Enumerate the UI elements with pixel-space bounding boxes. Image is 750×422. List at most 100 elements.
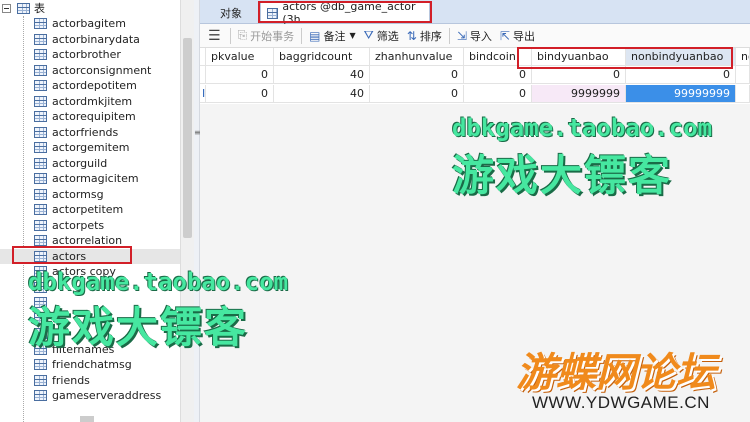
tab-actors[interactable]: actors @db_game_actor (3h...: [260, 0, 430, 26]
table-icon: [34, 64, 47, 76]
tree-item-actordmkjitem[interactable]: actordmkjitem: [0, 94, 180, 110]
cell-baggridcount[interactable]: 40: [274, 85, 370, 103]
tree-item-friendchatmsg[interactable]: friendchatmsg: [0, 357, 180, 373]
sort-button[interactable]: ⇅ 排序: [403, 26, 446, 46]
tree-item-actordepotitem[interactable]: actordepotitem: [0, 78, 180, 94]
tree-item-actorguild[interactable]: actorguild: [0, 156, 180, 172]
tree-item-label: friendchatmsg: [52, 358, 132, 372]
tree-item-label: actorbagitem: [52, 17, 126, 31]
tree-item-label: actordepotitem: [52, 79, 137, 93]
transaction-icon: ⎘: [237, 28, 248, 42]
watermark-url-top: dbkgame.taobao.com: [452, 114, 713, 142]
table-icon: [34, 235, 47, 247]
cell-nonbindyuanbao[interactable]: 0: [626, 66, 736, 84]
tree-item-label: actordmkjitem: [52, 94, 133, 108]
tree-item-gameserveraddress[interactable]: gameserveraddress: [0, 388, 180, 404]
tree-root-tables[interactable]: 表: [0, 0, 45, 16]
table-icon: [34, 49, 47, 61]
cell-bindcoin[interactable]: 0: [464, 66, 532, 84]
cell-truncated[interactable]: [736, 85, 750, 103]
cell-bindyuanbao[interactable]: 0: [532, 66, 626, 84]
watermark-url-bottom: dbkgame.taobao.com: [28, 268, 289, 296]
tree-item-actorpets[interactable]: actorpets: [0, 218, 180, 234]
table-icon: [34, 95, 47, 107]
cell-truncated[interactable]: [736, 66, 750, 84]
tree-item-label: actorrelation: [52, 234, 123, 248]
cell-bindcoin[interactable]: 0: [464, 85, 532, 103]
chevron-down-icon[interactable]: ▼: [350, 31, 356, 40]
tree-item-label: actorfriends: [52, 125, 119, 139]
tab-objects[interactable]: 对象: [206, 2, 256, 23]
cell-nonbindyuanbao-selected[interactable]: 99999999: [626, 85, 736, 103]
sort-icon: ⇅: [406, 28, 417, 43]
cell-bindyuanbao[interactable]: 9999999: [532, 85, 626, 103]
tree-item-actorbagitem[interactable]: actorbagitem: [0, 16, 180, 32]
table-icon: [34, 33, 47, 45]
tree-item-actors[interactable]: actors: [0, 248, 180, 264]
tree-item-actorpetitem[interactable]: actorpetitem: [0, 202, 180, 218]
tree-item-actorrelation[interactable]: actorrelation: [0, 233, 180, 249]
tree-item-label: actorguild: [52, 156, 108, 170]
column-header-zhanhunvalue[interactable]: zhanhunvalue: [370, 48, 464, 66]
table-icon: [34, 126, 47, 138]
cell-zhanhunvalue[interactable]: 0: [370, 66, 464, 84]
table-icon: [34, 80, 47, 92]
filter-button[interactable]: ⛛ 筛选: [360, 26, 403, 46]
table-icon: [34, 204, 47, 216]
tree-item-actorequipitem[interactable]: actorequipitem: [0, 109, 180, 125]
tree-item-actorbinarydata[interactable]: actorbinarydata: [0, 32, 180, 48]
tree-root-label: 表: [34, 2, 45, 15]
note-button[interactable]: ▤ 备注 ▼: [305, 26, 360, 46]
table-icon: [34, 142, 47, 154]
tree-item-label: actormsg: [52, 187, 104, 201]
collapse-icon[interactable]: [2, 3, 11, 13]
toolbar: ☰ ⎘ 开始事务 ▤ 备注 ▼ ⛛ 筛选 ⇅ 排序 ⇲ 导入 ⇱ 导出: [200, 24, 750, 48]
column-header-bindcoin[interactable]: bindcoin: [464, 48, 532, 66]
table-row[interactable]: 0 40 0 0 0 0: [200, 66, 750, 84]
column-header-nonbindyuanbao[interactable]: nonbindyuanbao: [626, 48, 736, 66]
site-logo: 游蝶网论坛: [516, 350, 716, 396]
column-header-bindyuanbao[interactable]: bindyuanbao: [532, 48, 626, 66]
tree-scrollbar-thumb[interactable]: [183, 38, 192, 238]
tree-item-actorconsignment[interactable]: actorconsignment: [0, 63, 180, 79]
tree-item-actormagicitem[interactable]: actormagicitem: [0, 171, 180, 187]
tree-item-actormsg[interactable]: actormsg: [0, 187, 180, 203]
tree-item-label: actormagicitem: [52, 172, 139, 186]
import-button[interactable]: ⇲ 导入: [453, 26, 496, 46]
sort-label: 排序: [419, 29, 442, 43]
toolbar-separator: [448, 27, 450, 44]
grid-hscroll-thumb[interactable]: [80, 416, 94, 422]
column-header-baggridcount[interactable]: baggridcount: [274, 48, 370, 66]
tree-item-label: actorpetitem: [52, 203, 124, 217]
table-icon: [34, 250, 47, 262]
tree-item-actorgemitem[interactable]: actorgemitem: [0, 140, 180, 156]
cell-pkvalue[interactable]: 0: [206, 66, 274, 84]
cell-baggridcount[interactable]: 40: [274, 66, 370, 84]
export-label: 导出: [512, 29, 535, 43]
table-icon: [34, 219, 47, 231]
tree-item-actorfriends[interactable]: actorfriends: [0, 125, 180, 141]
table-icon: [34, 188, 47, 200]
table-icon: [267, 7, 279, 19]
begin-transaction-button[interactable]: ⎘ 开始事务: [234, 26, 299, 46]
filter-label: 筛选: [376, 29, 399, 43]
note-icon: ▤: [309, 28, 321, 43]
tree-scrollbar[interactable]: [180, 0, 194, 422]
table-row[interactable]: I 0 40 0 0 9999999 99999999: [200, 85, 750, 103]
tree-item-label: actorequipitem: [52, 110, 136, 124]
export-button[interactable]: ⇱ 导出: [496, 26, 539, 46]
cell-pkvalue[interactable]: 0: [206, 85, 274, 103]
column-header-truncated[interactable]: no: [736, 48, 750, 66]
filter-icon: ⛛: [363, 28, 374, 42]
cell-zhanhunvalue[interactable]: 0: [370, 85, 464, 103]
menu-icon[interactable]: ☰: [200, 28, 227, 44]
tree-item-actorbrother[interactable]: actorbrother: [0, 47, 180, 63]
tree-item-label: actorbinarydata: [52, 32, 140, 46]
site-logo-url: WWW.YDWGAME.CN: [532, 393, 710, 412]
tree-item-friends[interactable]: friends: [0, 373, 180, 389]
tab-bar: 对象 actors @db_game_actor (3h...: [200, 0, 750, 26]
tree-item-label: actorconsignment: [52, 63, 152, 77]
table-icon: [34, 111, 47, 123]
column-header-pkvalue[interactable]: pkvalue: [206, 48, 274, 66]
table-icon: [34, 157, 47, 169]
